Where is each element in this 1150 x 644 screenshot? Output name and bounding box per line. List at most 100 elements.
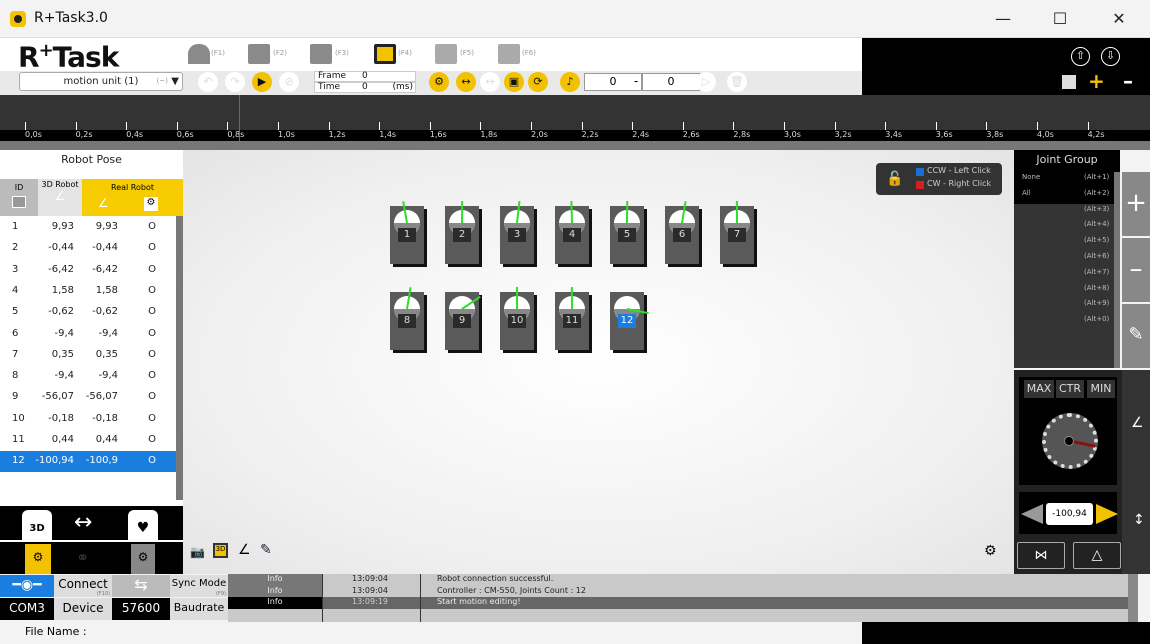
servo-11[interactable]: 11: [555, 286, 589, 350]
torque-off-icon[interactable]: ⚙: [131, 544, 155, 574]
vertical-arrows-icon[interactable]: ↕: [1133, 512, 1145, 528]
rotate-cw-button[interactable]: [1096, 504, 1118, 524]
home-icon[interactable]: [188, 44, 210, 64]
close-button[interactable]: ✕: [1107, 8, 1131, 30]
pose-row[interactable]: 4 1,58 1,58 O: [0, 281, 176, 302]
3d-robot-icon[interactable]: 3D: [22, 510, 52, 540]
clapper-icon[interactable]: [435, 44, 457, 64]
rotate-ccw-button[interactable]: [1021, 504, 1043, 524]
servo-3[interactable]: 3: [500, 201, 534, 264]
film-link-icon[interactable]: [1062, 75, 1076, 89]
arrows-inward-icon[interactable]: ↔: [480, 72, 500, 92]
mirror-pose-button[interactable]: ⋈: [1017, 542, 1065, 569]
sync-mode-button[interactable]: Sync Mode (F9): [170, 575, 228, 597]
pose-row[interactable]: 2 -0,44 -0,44 O: [0, 238, 176, 259]
log-row[interactable]: Info 13:09:04 Controller : CM-550, Joints …: [228, 585, 1138, 598]
rotate-view-icon[interactable]: ⚙: [984, 543, 997, 559]
sync-arrows-icon[interactable]: ↔: [74, 510, 92, 535]
image-icon[interactable]: ▣: [504, 72, 524, 92]
pose-row[interactable]: 3 -6,42 -6,42 O: [0, 260, 176, 281]
code-monitor-icon[interactable]: [248, 44, 270, 64]
servo-9[interactable]: 9: [445, 292, 481, 350]
joint-group-item[interactable]: (Alt+9): [1014, 299, 1114, 315]
film-icon[interactable]: [374, 44, 396, 64]
pose-row[interactable]: 7 0,35 0,35 O: [0, 345, 176, 366]
servo-6[interactable]: 6: [665, 201, 699, 264]
undo-icon[interactable]: ↶: [198, 72, 218, 92]
pencil-icon[interactable]: ✎: [260, 542, 272, 558]
torque-on-icon[interactable]: ⚙: [25, 544, 51, 574]
joint-group-item[interactable]: (Alt+4): [1014, 220, 1114, 236]
min-button[interactable]: MIN: [1087, 380, 1115, 398]
real-robot-header[interactable]: Real Robot ∠ ⚙: [82, 179, 183, 216]
com-port-select[interactable]: COM3: [0, 598, 54, 620]
servo-1[interactable]: 1: [390, 201, 424, 264]
joint-group-item[interactable]: All (Alt+2): [1014, 189, 1114, 205]
download-icon[interactable]: [498, 44, 520, 64]
timeline-cursor[interactable]: [239, 95, 240, 141]
angle-icon[interactable]: ∠: [1131, 415, 1144, 431]
download-circle-icon[interactable]: ⇩: [1101, 47, 1120, 66]
joint-group-item[interactable]: (Alt+6): [1014, 252, 1114, 268]
max-button[interactable]: MAX: [1024, 380, 1054, 398]
joint-group-item[interactable]: None (Alt+1): [1014, 173, 1114, 189]
joint-group-item[interactable]: (Alt+5): [1014, 236, 1114, 252]
baudrate-select[interactable]: 57600: [112, 598, 170, 620]
add-group-button[interactable]: +: [1122, 172, 1150, 236]
cable-icon[interactable]: ━◉━: [0, 575, 54, 597]
pose-row[interactable]: 5 -0,62 -0,62 O: [0, 302, 176, 323]
log-scrollbar[interactable]: [1128, 574, 1138, 622]
servo-12[interactable]: 12: [610, 292, 649, 350]
log-row[interactable]: Info 13:09:19 Start motion editing!: [228, 597, 1138, 609]
servo-4[interactable]: 4: [555, 200, 589, 264]
motion-unit-select[interactable]: motion unit (1) (~) ▼: [19, 72, 183, 91]
pose-row[interactable]: 12 -100,94 -100,9 O: [0, 451, 176, 473]
joint-group-scrollbar[interactable]: [1114, 172, 1120, 368]
servo-7[interactable]: 7: [720, 200, 754, 264]
servo-2[interactable]: 2: [445, 200, 479, 264]
connect-button[interactable]: Connect (F10): [54, 575, 112, 597]
log-row[interactable]: Info 13:09:04 Robot connection successful.: [228, 574, 1138, 586]
pose-row[interactable]: 10 -0,18 -0,18 O: [0, 409, 176, 430]
pose-row[interactable]: 1 9,93 9,93 O: [0, 217, 176, 238]
range-end-input[interactable]: 0: [642, 73, 700, 91]
rotate-servo-icon[interactable]: ⟳: [528, 72, 548, 92]
edit-group-button[interactable]: ✎: [1122, 304, 1150, 368]
add-icon[interactable]: +: [1088, 69, 1105, 93]
play-icon[interactable]: ▶: [252, 72, 272, 92]
trash-icon[interactable]: 🗑: [727, 72, 747, 92]
pose-row[interactable]: 11 0,44 0,44 O: [0, 430, 176, 451]
arrows-horizontal-icon[interactable]: ↔: [456, 72, 476, 92]
pose-row[interactable]: 6 -9,4 -9,4 O: [0, 324, 176, 345]
servo-10[interactable]: 10: [500, 286, 534, 350]
sync-cycle-icon[interactable]: ⇆: [112, 575, 170, 597]
angle-value-input[interactable]: -100,94: [1046, 503, 1093, 525]
angle-icon[interactable]: ∠: [238, 542, 251, 558]
id-header[interactable]: ID: [0, 179, 38, 216]
play-range-icon[interactable]: ▷: [696, 72, 716, 92]
servo-5[interactable]: 5: [610, 200, 644, 264]
upload-icon[interactable]: ⇧: [1071, 47, 1090, 66]
alert-monitor-icon[interactable]: [310, 44, 332, 64]
3d-view-icon[interactable]: 3D: [213, 543, 228, 558]
pose-row[interactable]: 9 -56,07 -56,07 O: [0, 387, 176, 408]
music-note-icon[interactable]: ♪: [560, 72, 580, 92]
redo-icon[interactable]: ↷: [225, 72, 245, 92]
maximize-button[interactable]: ☐: [1048, 8, 1072, 30]
3d-viewport[interactable]: [183, 150, 1014, 574]
unlock-icon[interactable]: 🔓: [886, 171, 903, 187]
joint-group-item[interactable]: (Alt+0): [1014, 315, 1114, 331]
gear-icon[interactable]: ⚙: [429, 72, 449, 92]
3d-robot-header[interactable]: 3D Robot ∠: [38, 179, 82, 216]
real-robot-icon[interactable]: ♥: [128, 510, 158, 540]
servo-8[interactable]: 8: [390, 287, 424, 350]
minimize-button[interactable]: —: [991, 8, 1015, 30]
pose-scrollbar[interactable]: [176, 216, 183, 500]
joint-group-item[interactable]: (Alt+8): [1014, 284, 1114, 300]
ctr-button[interactable]: CTR: [1056, 380, 1084, 398]
joint-group-item[interactable]: (Alt+3): [1014, 205, 1114, 221]
joint-group-item[interactable]: (Alt+7): [1014, 268, 1114, 284]
link-icon[interactable]: ⚭: [76, 548, 89, 567]
flip-pose-button[interactable]: △: [1073, 542, 1121, 569]
remove-icon[interactable]: –: [1123, 69, 1133, 93]
